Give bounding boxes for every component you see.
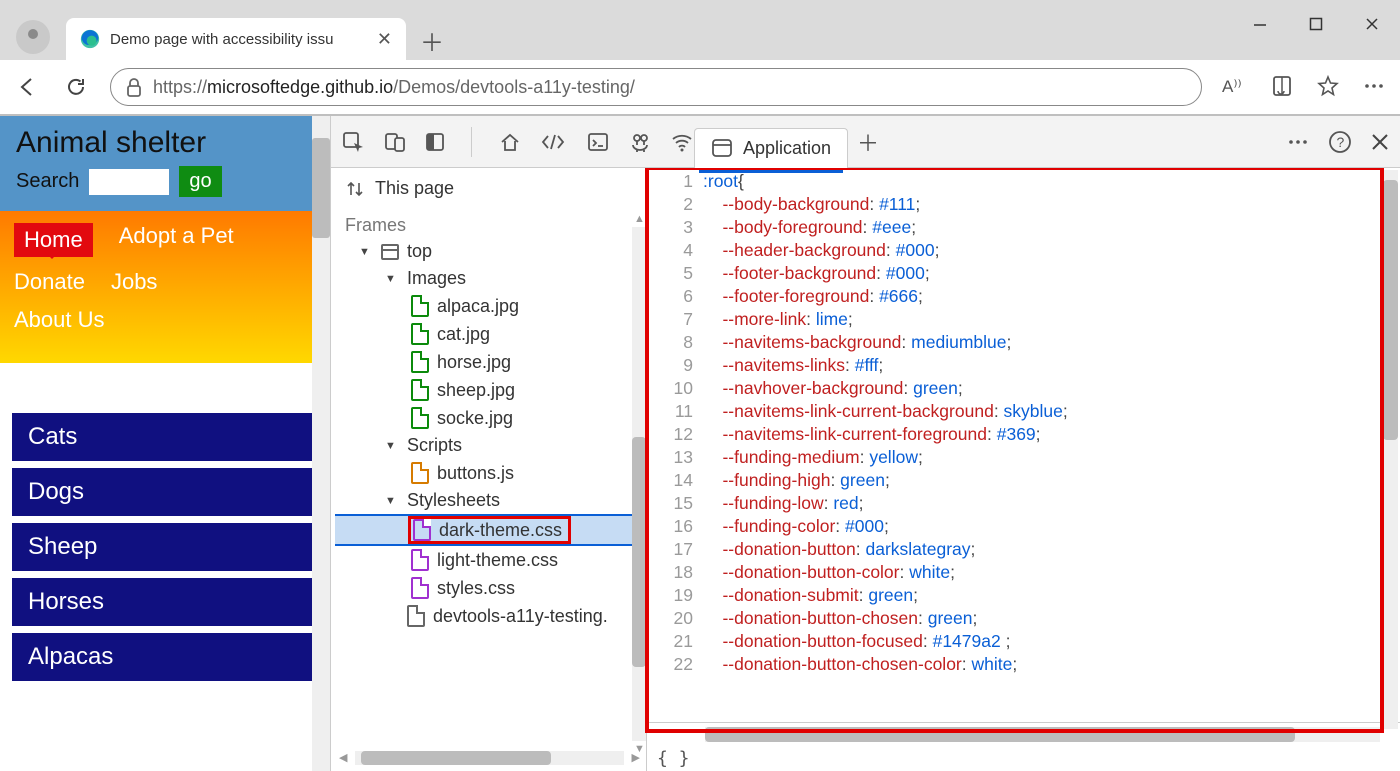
page-title: Animal shelter [16,126,314,160]
devtools: Application ＋ ? This page Frames ▼top ▼I… [330,116,1400,771]
devtools-close-icon[interactable] [1370,132,1390,152]
refresh-button[interactable] [62,73,90,101]
file-icon [411,351,429,373]
browser-tab[interactable]: Demo page with accessibility issu ✕ [66,18,406,60]
tab-title: Demo page with accessibility issu [110,31,367,48]
sidebar-item-sheep[interactable]: Sheep [12,523,318,571]
line-numbers: 12345678910111213141516171819202122 [647,168,703,722]
code-scrollbar-vertical[interactable] [1383,170,1398,729]
file-icon [411,295,429,317]
tree-top[interactable]: ▼top [335,238,642,265]
maximize-button[interactable] [1288,0,1344,48]
favorite-icon[interactable] [1316,74,1340,98]
address-bar[interactable]: https://microsoftedge.github.io/Demos/de… [110,68,1202,106]
tree-scrollbar-horizontal[interactable]: ◀▶ [355,751,624,765]
tree-scrollbar-vertical[interactable]: ▲▼ [632,227,646,741]
code-scrollbar-horizontal[interactable] [705,727,1380,742]
file-icon [413,519,431,541]
tree-file-selected[interactable]: dark-theme.css [335,514,642,546]
tab-application[interactable]: Application [694,128,848,168]
devtools-more-icon[interactable] [1286,130,1310,154]
tree-file[interactable]: styles.css [335,574,642,602]
new-tab-button[interactable]: ＋ [412,20,452,60]
frame-icon [381,244,399,260]
file-icon [411,323,429,345]
tree-file[interactable]: buttons.js [335,459,642,487]
tree-images[interactable]: ▼Images [335,265,642,292]
browser-tab-strip: Demo page with accessibility issu ✕ ＋ [0,0,1400,60]
console-icon[interactable] [586,130,610,154]
search-input[interactable] [89,169,169,195]
tree-file[interactable]: light-theme.css [335,546,642,574]
inspect-icon[interactable] [341,130,365,154]
nav-adopt[interactable]: Adopt a Pet [119,223,234,257]
file-icon [411,577,429,599]
sources-icon[interactable] [628,130,652,154]
sort-icon[interactable] [345,179,365,199]
main-nav: Home Adopt a Pet Donate Jobs About Us [0,211,330,363]
svg-text:A⁾⁾: A⁾⁾ [1222,77,1242,96]
application-icon [711,138,733,158]
nav-jobs[interactable]: Jobs [111,269,157,295]
file-icon [407,605,425,627]
url-text: https://microsoftedge.github.io/Demos/de… [153,77,635,98]
tree-file[interactable]: horse.jpg [335,348,642,376]
profile-icon[interactable] [16,20,50,54]
close-window-button[interactable] [1344,0,1400,48]
go-button[interactable]: go [179,166,221,197]
tree-stylesheets[interactable]: ▼Stylesheets [335,487,642,514]
back-button[interactable] [14,73,42,101]
sidebar-item-horses[interactable]: Horses [12,578,318,626]
tree-file[interactable]: socke.jpg [335,404,642,432]
edge-logo-icon [80,29,100,49]
file-icon [411,407,429,429]
sidebar-item-alpacas[interactable]: Alpacas [12,633,318,681]
nav-about[interactable]: About Us [14,307,105,333]
file-icon [411,462,429,484]
sidebar-item-dogs[interactable]: Dogs [12,468,318,516]
this-page-label[interactable]: This page [375,178,454,199]
rendered-page: Animal shelter Search go Home Adopt a Pe… [0,116,330,771]
network-icon[interactable] [670,130,694,154]
braces-footer[interactable]: { } [647,746,1400,771]
nav-home[interactable]: Home [14,223,93,257]
help-icon[interactable]: ? [1328,130,1352,154]
sidebar-item-cats[interactable]: Cats [12,413,318,461]
tree-file[interactable]: alpaca.jpg [335,292,642,320]
source-viewer: 12345678910111213141516171819202122 :roo… [647,168,1400,771]
more-icon[interactable] [1362,74,1386,98]
frames-label: Frames [335,209,642,238]
read-aloud-icon[interactable]: A⁾⁾ [1222,74,1248,100]
file-icon [411,549,429,571]
tree-file[interactable]: cat.jpg [335,320,642,348]
tree-scripts[interactable]: ▼Scripts [335,432,642,459]
browser-toolbar: https://microsoftedge.github.io/Demos/de… [0,60,1400,116]
tree-html-file[interactable]: devtools-a11y-testing. [335,602,642,630]
device-icon[interactable] [383,130,407,154]
application-sidebar: This page Frames ▼top ▼Images alpaca.jpg… [331,168,647,771]
dock-icon[interactable] [425,130,445,154]
page-scrollbar[interactable] [312,116,330,771]
devtools-tabbar: Application ＋ ? [331,116,1400,168]
tree-file[interactable]: sheep.jpg [335,376,642,404]
new-devtools-tab[interactable]: ＋ [848,126,888,158]
reader-icon[interactable] [1270,74,1294,98]
lock-icon [125,77,143,97]
welcome-icon[interactable] [498,130,522,154]
search-label: Search [16,170,79,193]
close-icon[interactable]: ✕ [377,29,392,50]
elements-icon[interactable] [540,130,568,154]
file-icon [411,379,429,401]
svg-text:?: ? [1337,134,1345,150]
minimize-button[interactable] [1232,0,1288,48]
code-content[interactable]: :root{ --body-background: #111; --body-f… [703,168,1400,722]
nav-donate[interactable]: Donate [14,269,85,295]
